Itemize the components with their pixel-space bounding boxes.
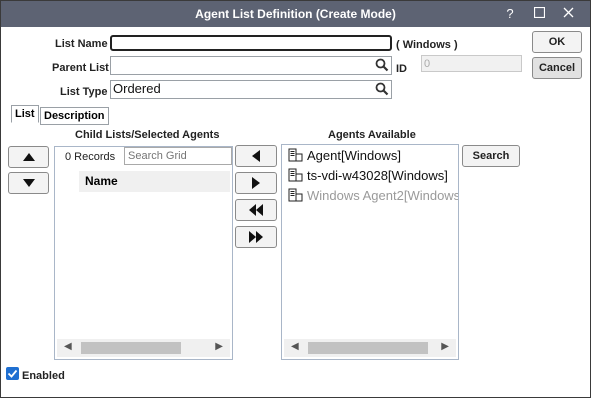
child-grid-hscrollbar[interactable]: ◀ ▶ [57, 339, 230, 357]
close-icon [563, 7, 573, 18]
list-type-value: Ordered [113, 81, 161, 96]
search-icon[interactable] [375, 58, 389, 72]
child-panel-title: Child Lists/Selected Agents [75, 129, 220, 141]
enabled-label: Enabled [22, 370, 65, 382]
arrow-up-icon [22, 153, 35, 161]
ok-button[interactable]: OK [532, 31, 582, 53]
grid-search-input[interactable] [124, 147, 232, 165]
list-item[interactable]: Agent[Windows] [288, 146, 401, 164]
scroll-left-icon[interactable]: ◀ [291, 341, 299, 352]
move-down-button[interactable] [8, 172, 49, 194]
agent-list-dialog: Agent List Definition (Create Mode) ? Li… [0, 0, 591, 398]
scroll-right-icon[interactable]: ▶ [215, 341, 223, 352]
search-icon[interactable] [375, 82, 389, 96]
tab-list[interactable]: List [11, 105, 39, 123]
maximize-icon [533, 6, 545, 19]
search-button[interactable]: Search [462, 145, 520, 167]
agent-label: Windows Agent2[Windows] [307, 187, 459, 203]
os-suffix: ( Windows ) [396, 39, 458, 51]
scroll-thumb[interactable] [308, 342, 428, 354]
arrow-down-icon [22, 179, 35, 187]
agent-label: ts-vdi-w43028[Windows] [307, 167, 448, 183]
records-count: 0 Records [65, 151, 116, 163]
move-up-button[interactable] [8, 146, 49, 168]
double-arrow-left-icon [249, 204, 263, 216]
remove-all-button[interactable] [235, 226, 277, 248]
scroll-left-icon[interactable]: ◀ [64, 341, 72, 352]
checkmark-icon [7, 369, 18, 378]
scroll-thumb[interactable] [81, 342, 181, 354]
title-bar: Agent List Definition (Create Mode) ? [1, 1, 590, 27]
list-name-label: List Name [55, 38, 108, 50]
child-grid: 0 Records Name ◀ ▶ [54, 146, 233, 360]
double-arrow-right-icon [249, 231, 263, 243]
help-button[interactable]: ? [499, 4, 521, 24]
add-button[interactable] [235, 145, 277, 167]
agent-label: Agent[Windows] [307, 147, 401, 163]
column-header-name[interactable]: Name [79, 171, 230, 192]
remove-button[interactable] [235, 172, 277, 194]
add-all-button[interactable] [235, 199, 277, 221]
id-field: 0 [421, 55, 522, 72]
close-button[interactable] [557, 4, 579, 24]
tab-description[interactable]: Description [40, 107, 109, 125]
list-type-select[interactable]: Ordered [110, 80, 392, 99]
agent-icon [288, 168, 303, 182]
maximize-button[interactable] [528, 4, 550, 24]
list-item[interactable]: Windows Agent2[Windows] [288, 186, 459, 204]
agent-icon [288, 188, 303, 202]
available-panel-title: Agents Available [328, 129, 416, 141]
enabled-checkbox[interactable] [6, 367, 19, 380]
arrow-right-icon [252, 177, 260, 189]
arrow-left-icon [252, 150, 260, 162]
available-list: Agent[Windows] ts-vdi-w43028[Windows] Wi… [281, 144, 459, 360]
parent-list-label: Parent List [52, 62, 109, 74]
scroll-right-icon[interactable]: ▶ [441, 341, 449, 352]
parent-list-input[interactable] [110, 56, 392, 75]
list-name-input[interactable] [110, 35, 392, 51]
list-type-label: List Type [60, 86, 108, 98]
agent-icon [288, 148, 303, 162]
id-label: ID [396, 63, 407, 75]
available-hscrollbar[interactable]: ◀ ▶ [284, 339, 456, 357]
cancel-button[interactable]: Cancel [532, 57, 582, 79]
list-item[interactable]: ts-vdi-w43028[Windows] [288, 166, 448, 184]
